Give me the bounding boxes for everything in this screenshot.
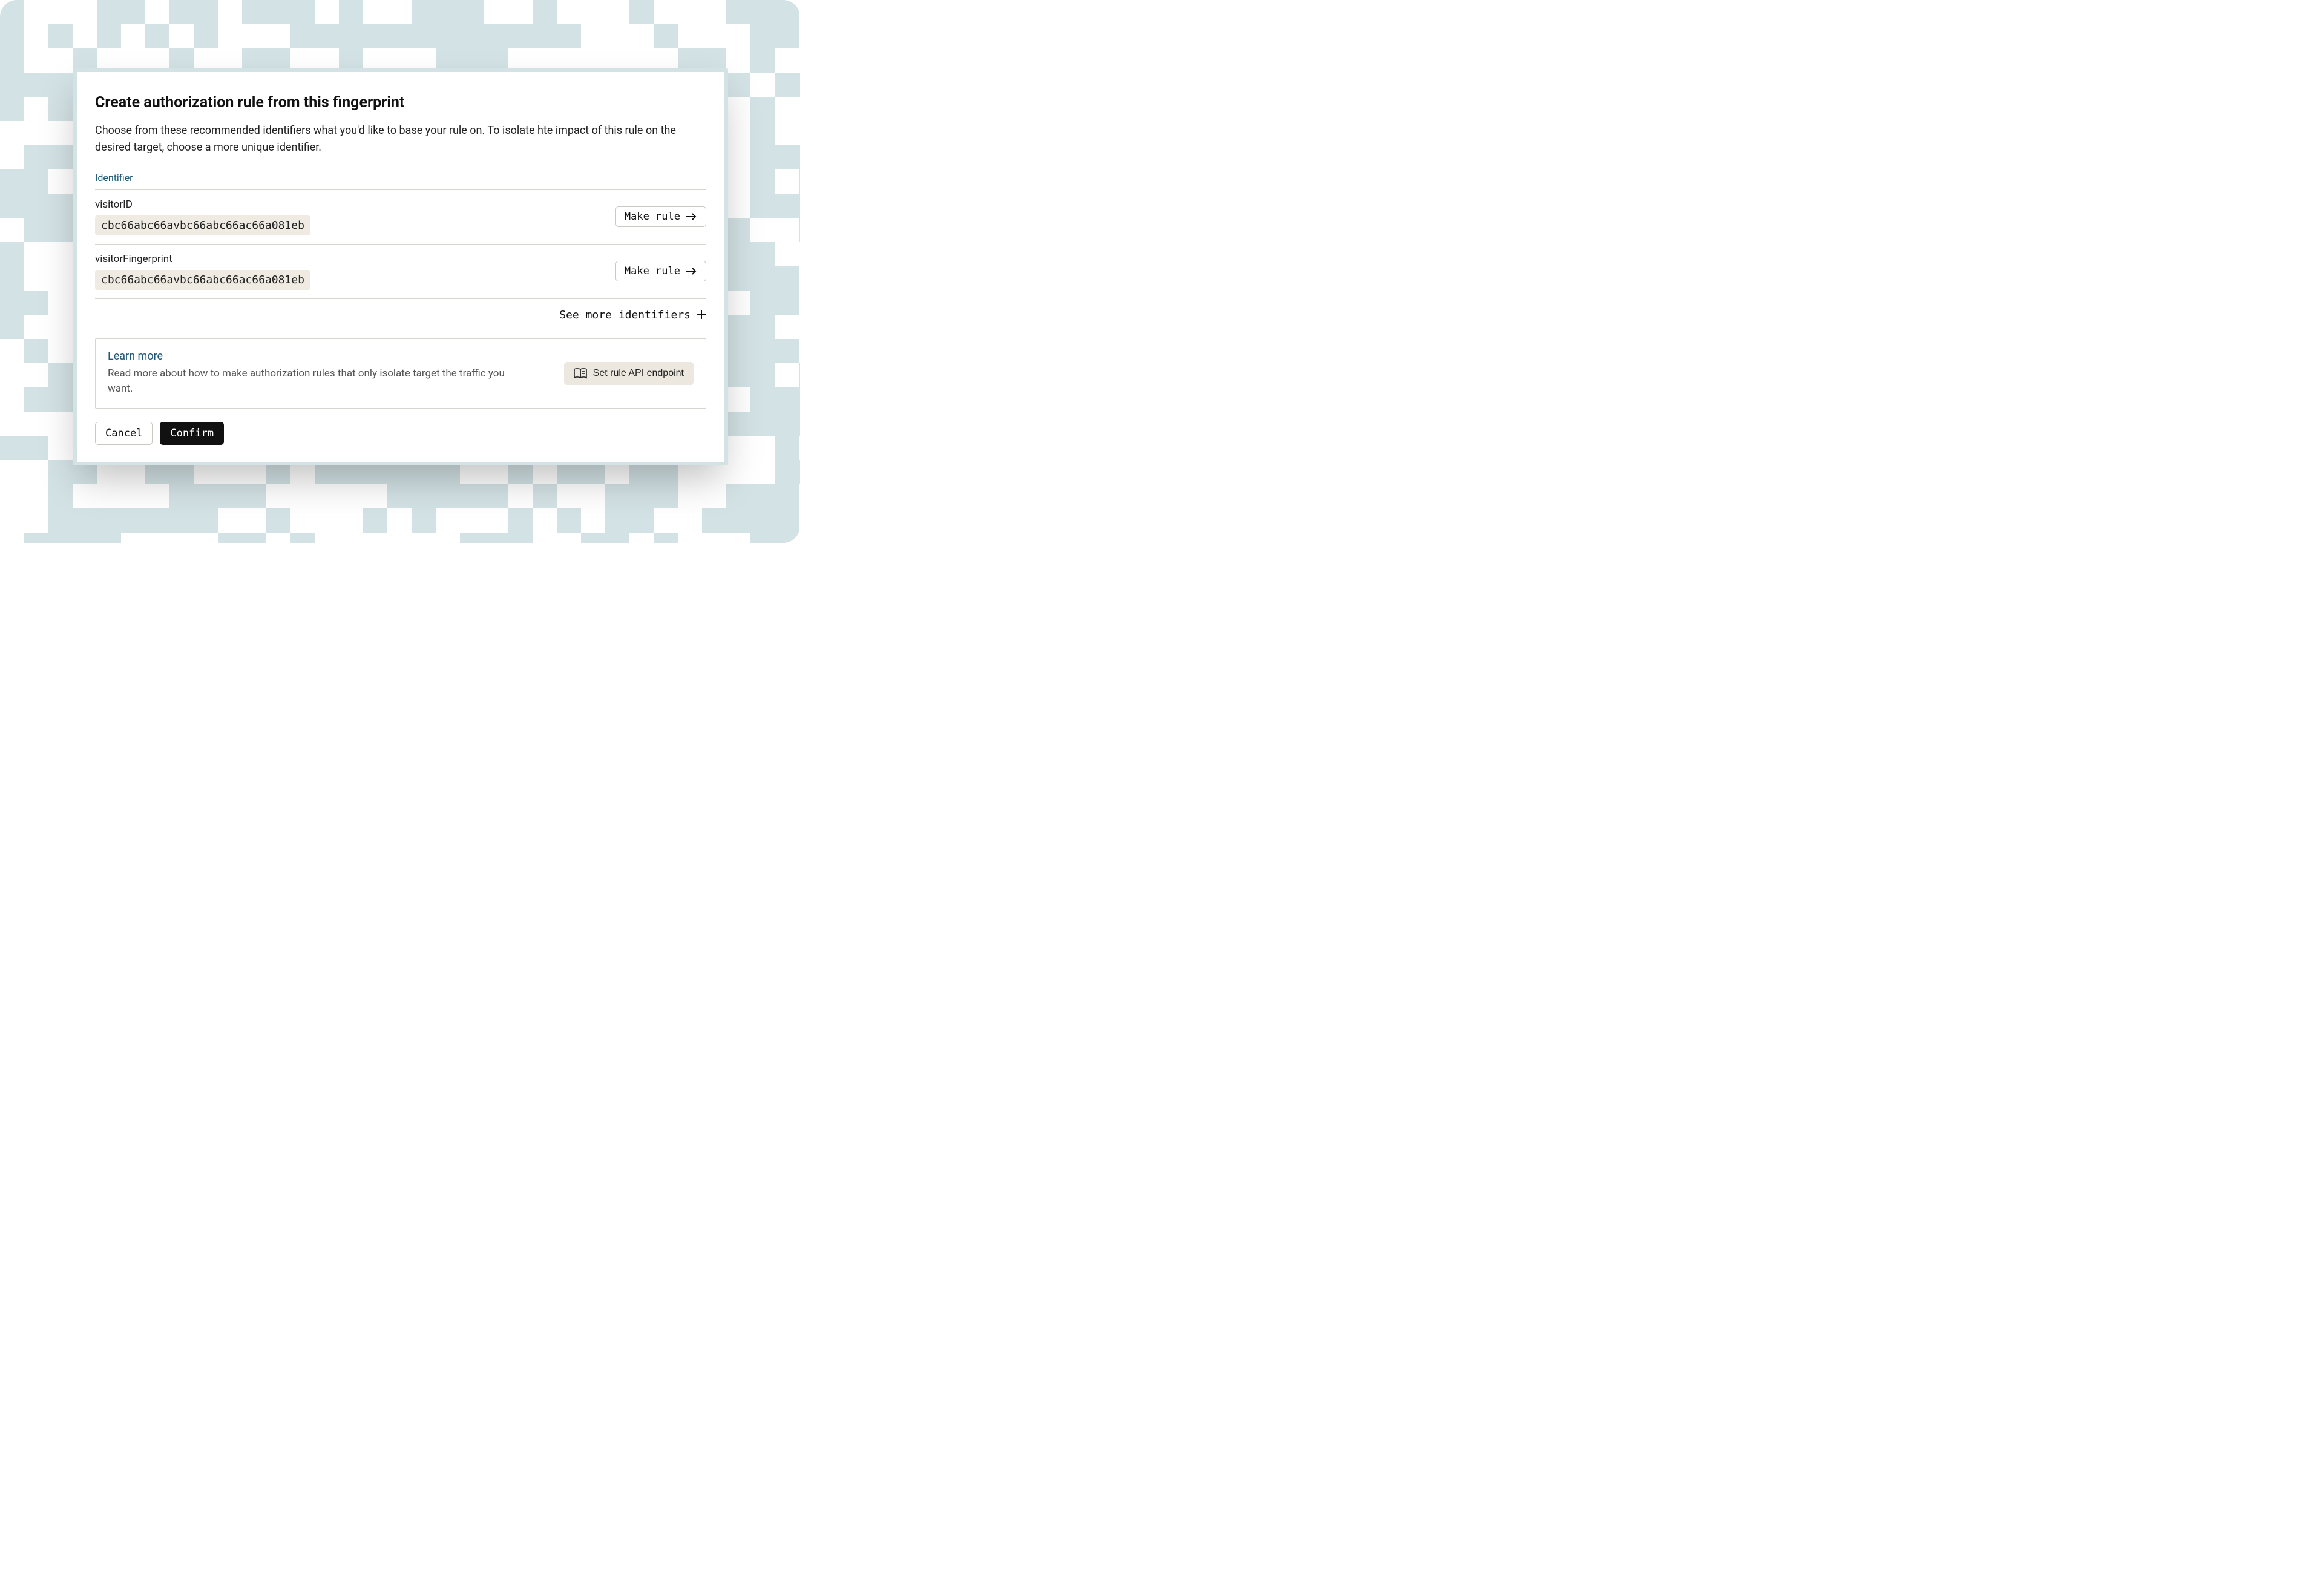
modal-description: Choose from these recommended identifier… <box>95 122 706 156</box>
make-rule-label: Make rule <box>625 211 680 223</box>
arrow-right-icon <box>685 212 697 221</box>
api-button-label: Set rule API endpoint <box>593 368 684 379</box>
app-frame: Create authorization rule from this fing… <box>0 0 800 543</box>
identifier-section-label: Identifier <box>95 172 706 183</box>
identifier-left: visitorFingerprint cbc66abc66avbc66abc66… <box>95 253 310 290</box>
book-icon <box>574 368 587 379</box>
learn-more-box: Learn more Read more about how to make a… <box>95 338 706 409</box>
learn-more-left: Learn more Read more about how to make a… <box>108 350 550 397</box>
learn-more-text: Read more about how to make authorizatio… <box>108 366 531 397</box>
identifier-name: visitorID <box>95 199 310 211</box>
arrow-right-icon <box>685 267 697 275</box>
set-api-endpoint-button[interactable]: Set rule API endpoint <box>564 362 694 385</box>
confirm-button[interactable]: Confirm <box>160 422 224 445</box>
identifier-value: cbc66abc66avbc66abc66ac66a081eb <box>95 270 310 290</box>
see-more-label: See more identifiers <box>559 309 691 321</box>
create-rule-modal: Create authorization rule from this fing… <box>73 68 728 465</box>
make-rule-label: Make rule <box>625 265 680 277</box>
identifier-row-visitor-id: visitorID cbc66abc66avbc66abc66ac66a081e… <box>95 190 706 245</box>
modal-title: Create authorization rule from this fing… <box>95 94 706 111</box>
see-more-identifiers[interactable]: See more identifiers <box>95 309 706 321</box>
identifier-left: visitorID cbc66abc66avbc66abc66ac66a081e… <box>95 199 310 235</box>
make-rule-button[interactable]: Make rule <box>615 261 706 281</box>
learn-more-title: Learn more <box>108 350 550 363</box>
plus-icon <box>697 310 706 320</box>
identifier-value: cbc66abc66avbc66abc66ac66a081eb <box>95 215 310 235</box>
make-rule-button[interactable]: Make rule <box>615 206 706 227</box>
identifier-row-visitor-fingerprint: visitorFingerprint cbc66abc66avbc66abc66… <box>95 245 706 299</box>
modal-footer: Cancel Confirm <box>95 422 706 445</box>
identifier-name: visitorFingerprint <box>95 253 310 265</box>
cancel-button[interactable]: Cancel <box>95 422 153 445</box>
